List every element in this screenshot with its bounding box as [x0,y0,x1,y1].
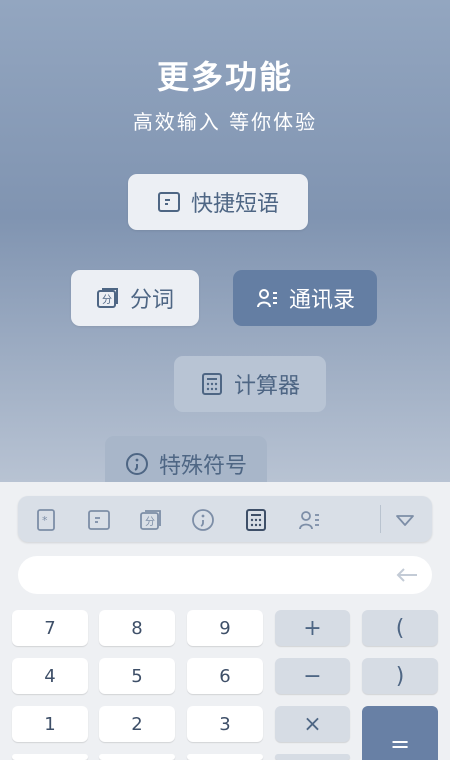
feature-label: 通讯录 [288,288,355,313]
special-symbol-icon [125,452,149,476]
key-label: + [303,615,322,641]
collapse-triangle-icon[interactable] [392,507,418,533]
page-subtitle: 高效输入 等你体验 [132,110,318,134]
special-symbol-icon[interactable] [190,507,216,533]
key-6[interactable]: 6 [187,658,263,694]
feature-label: 快捷短语 [190,192,279,217]
key-close-paren[interactable]: ) [362,658,438,694]
key-2[interactable]: 2 [99,706,175,742]
feature-label: 计算器 [233,374,300,399]
key-row-partial[interactable] [187,754,263,760]
key-label: 6 [219,665,231,687]
backspace-arrow-icon[interactable] [394,563,420,587]
key-4[interactable]: 4 [12,658,88,694]
key-3[interactable]: 3 [187,706,263,742]
calculator-icon[interactable] [243,507,269,533]
key-7[interactable]: 7 [12,610,88,646]
svg-text:分: 分 [102,294,112,306]
contacts-icon [255,286,279,310]
word-segment-icon: 分 [96,286,120,310]
svg-text:*: * [42,514,48,527]
feature-label: 特殊符号 [158,454,247,479]
key-minus[interactable]: − [275,658,350,694]
key-label: 4 [44,665,56,687]
quick-phrase-icon[interactable] [86,507,112,533]
key-label: 5 [131,665,143,687]
key-label: 8 [131,617,143,639]
key-label: 1 [44,713,56,735]
feature-hero: 更多功能 高效输入 等你体验 快捷短语 分 分词 通讯录 计算器 特殊符号 [0,0,450,482]
key-plus[interactable]: + [275,610,350,646]
toolbar-divider [380,505,381,533]
feature-calculator[interactable]: 计算器 [174,356,326,412]
key-label: ( [395,615,405,641]
asterisk-icon[interactable]: * [33,507,59,533]
page-title: 更多功能 [156,58,293,96]
key-label: ) [395,663,405,689]
key-label: × [303,711,322,737]
feature-quick-phrase[interactable]: 快捷短语 [128,174,308,230]
feature-special-symbol[interactable]: 特殊符号 [105,436,267,482]
quick-phrase-icon [157,190,181,214]
key-open-paren[interactable]: ( [362,610,438,646]
feature-contacts[interactable]: 通讯录 [233,270,377,326]
key-row-partial[interactable] [99,754,175,760]
word-segment-icon[interactable]: 分 [138,507,164,533]
calc-input[interactable] [18,556,432,594]
key-1[interactable]: 1 [12,706,88,742]
key-5[interactable]: 5 [99,658,175,694]
key-label: 3 [219,713,231,735]
feature-word-segment[interactable]: 分 分词 [71,270,199,326]
key-equals[interactable]: = [362,706,438,760]
key-label: = [389,730,411,758]
key-label: 7 [44,617,56,639]
keyboard-toolbar [18,496,432,542]
calculator-icon [200,372,224,396]
key-8[interactable]: 8 [99,610,175,646]
key-9[interactable]: 9 [187,610,263,646]
key-row-partial[interactable] [275,754,350,760]
key-label: 2 [131,713,143,735]
key-label: − [303,663,322,689]
key-row-partial[interactable] [12,754,88,760]
svg-text:分: 分 [145,516,155,528]
contacts-icon[interactable] [296,507,322,533]
key-label: 9 [219,617,231,639]
key-multiply[interactable]: × [275,706,350,742]
feature-label: 分词 [129,288,174,313]
